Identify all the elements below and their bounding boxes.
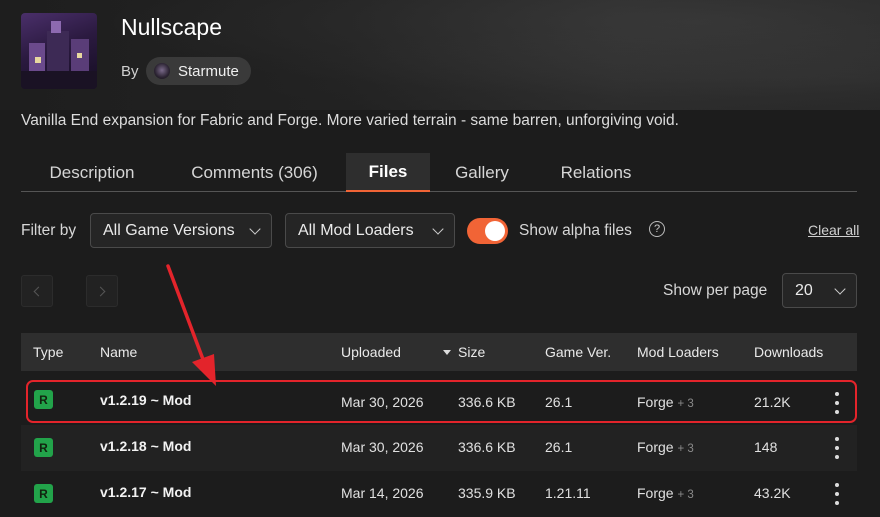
game-versions-dropdown[interactable]: All Game Versions (90, 213, 272, 248)
toggle-knob (485, 221, 505, 241)
files-table-header: Type Name Uploaded Size Game Ver. Mod Lo… (21, 333, 857, 371)
prev-page-button[interactable] (21, 275, 53, 307)
file-uploaded: Mar 30, 2026 (341, 439, 424, 455)
chevron-down-icon (834, 282, 846, 295)
file-uploaded: Mar 14, 2026 (341, 485, 424, 501)
tab-files[interactable]: Files (346, 153, 430, 192)
project-icon (21, 13, 97, 89)
chevron-left-icon (33, 286, 44, 296)
show-alpha-label: Show alpha files (519, 222, 632, 239)
tab-gallery[interactable]: Gallery (430, 153, 534, 192)
more-options-icon[interactable] (834, 483, 840, 505)
release-badge: R (34, 438, 53, 457)
file-downloads: 148 (754, 439, 778, 455)
next-page-button[interactable] (86, 275, 118, 307)
table-row[interactable]: R v1.2.18 ~ Mod Mar 30, 2026 336.6 KB 26… (21, 425, 857, 471)
help-icon[interactable]: ? (649, 221, 665, 237)
header-uploaded[interactable]: Uploaded (341, 344, 401, 360)
per-page-value: 20 (795, 281, 813, 299)
per-page-dropdown[interactable]: 20 (782, 273, 857, 308)
table-row[interactable]: R v1.2.17 ~ Mod Mar 14, 2026 335.9 KB 1.… (21, 471, 857, 517)
file-downloads: 43.2K (754, 485, 791, 501)
mod-loaders-value: All Mod Loaders (298, 221, 414, 239)
header-type[interactable]: Type (33, 344, 63, 360)
loader-extra: + 3 (677, 489, 694, 501)
annotation-arrow-icon (166, 264, 216, 386)
project-tabs: Description Comments (306) Files Gallery… (21, 153, 857, 192)
more-options-icon[interactable] (834, 437, 840, 459)
filter-by-label: Filter by (21, 222, 77, 239)
by-label: By (121, 63, 139, 80)
author-avatar (154, 63, 170, 79)
release-badge: R (34, 484, 53, 503)
show-alpha-toggle[interactable] (467, 218, 508, 244)
header-mod-loaders[interactable]: Mod Loaders (637, 344, 719, 360)
mod-loaders-dropdown[interactable]: All Mod Loaders (285, 213, 455, 248)
loader-name: Forge (637, 485, 674, 501)
loader-extra: + 3 (677, 443, 694, 455)
game-versions-value: All Game Versions (103, 221, 235, 239)
file-mod-loader: Forge + 3 (637, 485, 694, 501)
tab-relations[interactable]: Relations (534, 153, 658, 192)
file-game-version: 1.21.11 (545, 485, 591, 501)
sort-desc-icon (443, 350, 451, 355)
author-chip[interactable]: Starmute (146, 57, 251, 85)
loader-name: Forge (637, 439, 674, 455)
chevron-down-icon (249, 222, 261, 235)
tab-description[interactable]: Description (21, 153, 163, 192)
header-game-version[interactable]: Game Ver. (545, 344, 611, 360)
header-downloads[interactable]: Downloads (754, 344, 823, 360)
header-size[interactable]: Size (458, 344, 485, 360)
project-title: Nullscape (121, 14, 222, 40)
file-size: 336.6 KB (458, 439, 516, 455)
file-mod-loader: Forge + 3 (637, 439, 694, 455)
author-name: Starmute (178, 62, 239, 80)
file-name[interactable]: v1.2.18 ~ Mod (100, 438, 191, 454)
chevron-down-icon (432, 222, 444, 235)
per-page-label: Show per page (663, 282, 768, 299)
clear-all-link[interactable]: Clear all (808, 222, 859, 238)
chevron-right-icon (95, 286, 106, 296)
file-name[interactable]: v1.2.17 ~ Mod (100, 484, 191, 500)
file-game-version: 26.1 (545, 439, 573, 455)
header-name[interactable]: Name (100, 344, 137, 360)
annotation-highlight-box (26, 380, 857, 423)
tab-comments[interactable]: Comments (306) (163, 153, 346, 192)
file-size: 335.9 KB (458, 485, 516, 501)
project-summary: Vanilla End expansion for Fabric and For… (21, 112, 679, 129)
